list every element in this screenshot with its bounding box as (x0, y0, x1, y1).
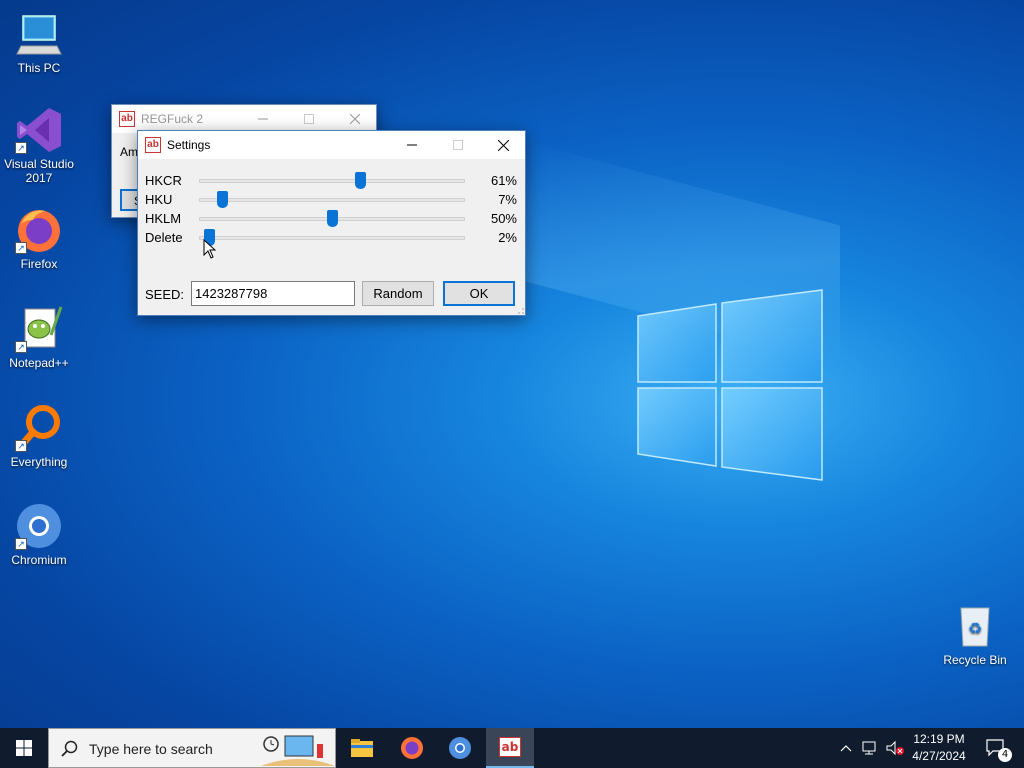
minimize-button[interactable] (389, 131, 435, 159)
desktop-icon-label: This PC (17, 61, 61, 75)
settings-title: Settings (167, 138, 211, 152)
search-placeholder: Type here to search (89, 741, 213, 757)
slider-value: 7% (498, 192, 517, 207)
desktop-icon-label: Chromium (11, 553, 67, 567)
windows-logo (637, 289, 823, 481)
slider-label: HKCR (145, 173, 182, 188)
shortcut-arrow-icon: ↗ (15, 242, 27, 254)
slider-label: Delete (145, 230, 183, 245)
resize-grip-icon[interactable] (516, 306, 524, 314)
random-button[interactable]: Random (362, 281, 434, 306)
maximize-icon (453, 140, 463, 150)
action-center-button[interactable]: 4 (976, 728, 1016, 768)
slider-value: 2% (498, 230, 517, 245)
slider-row-hkcr: HKCR 61% (145, 171, 517, 190)
desktop-icon-chromium[interactable]: ↗ Chromium (0, 502, 78, 567)
clock-time: 12:19 PM (913, 732, 965, 746)
desktop-icon-visual-studio[interactable]: ↗ Visual Studio 2017 (0, 106, 78, 185)
close-button[interactable] (332, 105, 378, 133)
shortcut-arrow-icon: ↗ (15, 142, 27, 154)
firefox-icon: ↗ (15, 206, 63, 254)
show-hidden-icons-button[interactable] (836, 728, 856, 768)
chevron-up-icon (840, 745, 852, 752)
slider-track[interactable] (199, 236, 465, 240)
ok-button[interactable]: OK (443, 281, 515, 306)
taskbar-file-explorer[interactable] (338, 728, 386, 768)
system-clock[interactable]: 12:19 PM 4/27/2024 (899, 731, 979, 765)
main-window-title: REGFuck 2 (141, 112, 204, 126)
close-icon (350, 114, 360, 124)
desktop-icon-firefox[interactable]: ↗ Firefox (0, 206, 78, 271)
start-button[interactable] (0, 728, 48, 768)
slider-row-hku: HKU 7% (145, 190, 517, 209)
settings-window[interactable]: ab Settings HKCR 61% HKU 7% HKLM 50% Del… (137, 130, 526, 316)
search-highlight-icon (261, 735, 335, 766)
computer-icon (15, 10, 63, 58)
taskbar-search-box[interactable]: Type here to search (48, 728, 336, 768)
chromium-icon (449, 737, 471, 759)
slider-label: HKU (145, 192, 173, 207)
settings-titlebar[interactable]: ab Settings (138, 131, 525, 159)
desktop-icon-notepad-plus-plus[interactable]: ↗ Notepad++ (0, 305, 78, 370)
slider-track[interactable] (199, 198, 465, 202)
desktop-icon-label: Firefox (20, 257, 58, 271)
slider-thumb-hkcr[interactable] (354, 172, 366, 189)
windows-start-icon (16, 740, 32, 756)
maximize-button[interactable] (435, 131, 481, 159)
notepad-plus-plus-icon: ↗ (15, 305, 63, 353)
slider-thumb-hku[interactable] (216, 191, 228, 208)
close-icon (497, 139, 509, 151)
close-button[interactable] (480, 131, 526, 159)
mouse-cursor-icon (203, 239, 217, 259)
folder-icon (351, 739, 373, 757)
maximize-icon (304, 114, 314, 124)
minimize-button[interactable] (240, 105, 286, 133)
app-icon: ab (499, 737, 521, 757)
slider-track[interactable] (199, 179, 465, 183)
shortcut-arrow-icon: ↗ (15, 538, 27, 550)
seed-label: SEED: (145, 287, 185, 302)
visual-studio-icon: ↗ (15, 106, 63, 154)
slider-value: 50% (490, 211, 517, 226)
desktop-icon-everything[interactable]: ↗ Everything (0, 404, 78, 469)
notification-count-badge: 4 (998, 748, 1012, 762)
taskbar-chromium[interactable] (436, 728, 484, 768)
desktop-icon-recycle-bin[interactable]: ♻ Recycle Bin (936, 602, 1014, 667)
clock-date: 4/27/2024 (912, 749, 966, 763)
taskbar: Type here to search ab 12:19 PM 4/27/202… (0, 728, 1024, 768)
slider-row-hklm: HKLM 50% (145, 209, 517, 228)
maximize-button[interactable] (286, 105, 332, 133)
chromium-icon: ↗ (15, 502, 63, 550)
desktop-icon-label: Visual Studio 2017 (4, 157, 74, 185)
taskbar-regfuck[interactable]: ab (486, 728, 534, 768)
app-icon: ab (145, 137, 161, 153)
slider-thumb-hklm[interactable] (326, 210, 338, 227)
firefox-icon (401, 737, 423, 759)
magnifier-icon: ↗ (15, 404, 63, 452)
shortcut-arrow-icon: ↗ (15, 341, 27, 353)
network-icon (862, 741, 876, 755)
main-window-titlebar[interactable]: ab REGFuck 2 (112, 105, 376, 133)
slider-label: HKLM (145, 211, 182, 226)
seed-input[interactable] (191, 281, 355, 306)
svg-text:♻: ♻ (968, 619, 982, 638)
taskbar-firefox[interactable] (388, 728, 436, 768)
recycle-bin-icon: ♻ (951, 602, 999, 650)
desktop-icon-this-pc[interactable]: This PC (0, 10, 78, 75)
slider-row-delete: Delete 2% (145, 228, 517, 247)
minimize-icon (258, 118, 268, 120)
minimize-icon (407, 144, 417, 146)
desktop-icon-label: Everything (10, 455, 68, 469)
desktop-icon-label: Recycle Bin (943, 653, 1007, 667)
network-button[interactable] (860, 728, 882, 768)
search-icon (61, 740, 78, 757)
slider-value: 61% (490, 173, 517, 188)
app-icon: ab (119, 111, 135, 127)
desktop-icon-label: Notepad++ (9, 356, 69, 370)
shortcut-arrow-icon: ↗ (15, 440, 27, 452)
